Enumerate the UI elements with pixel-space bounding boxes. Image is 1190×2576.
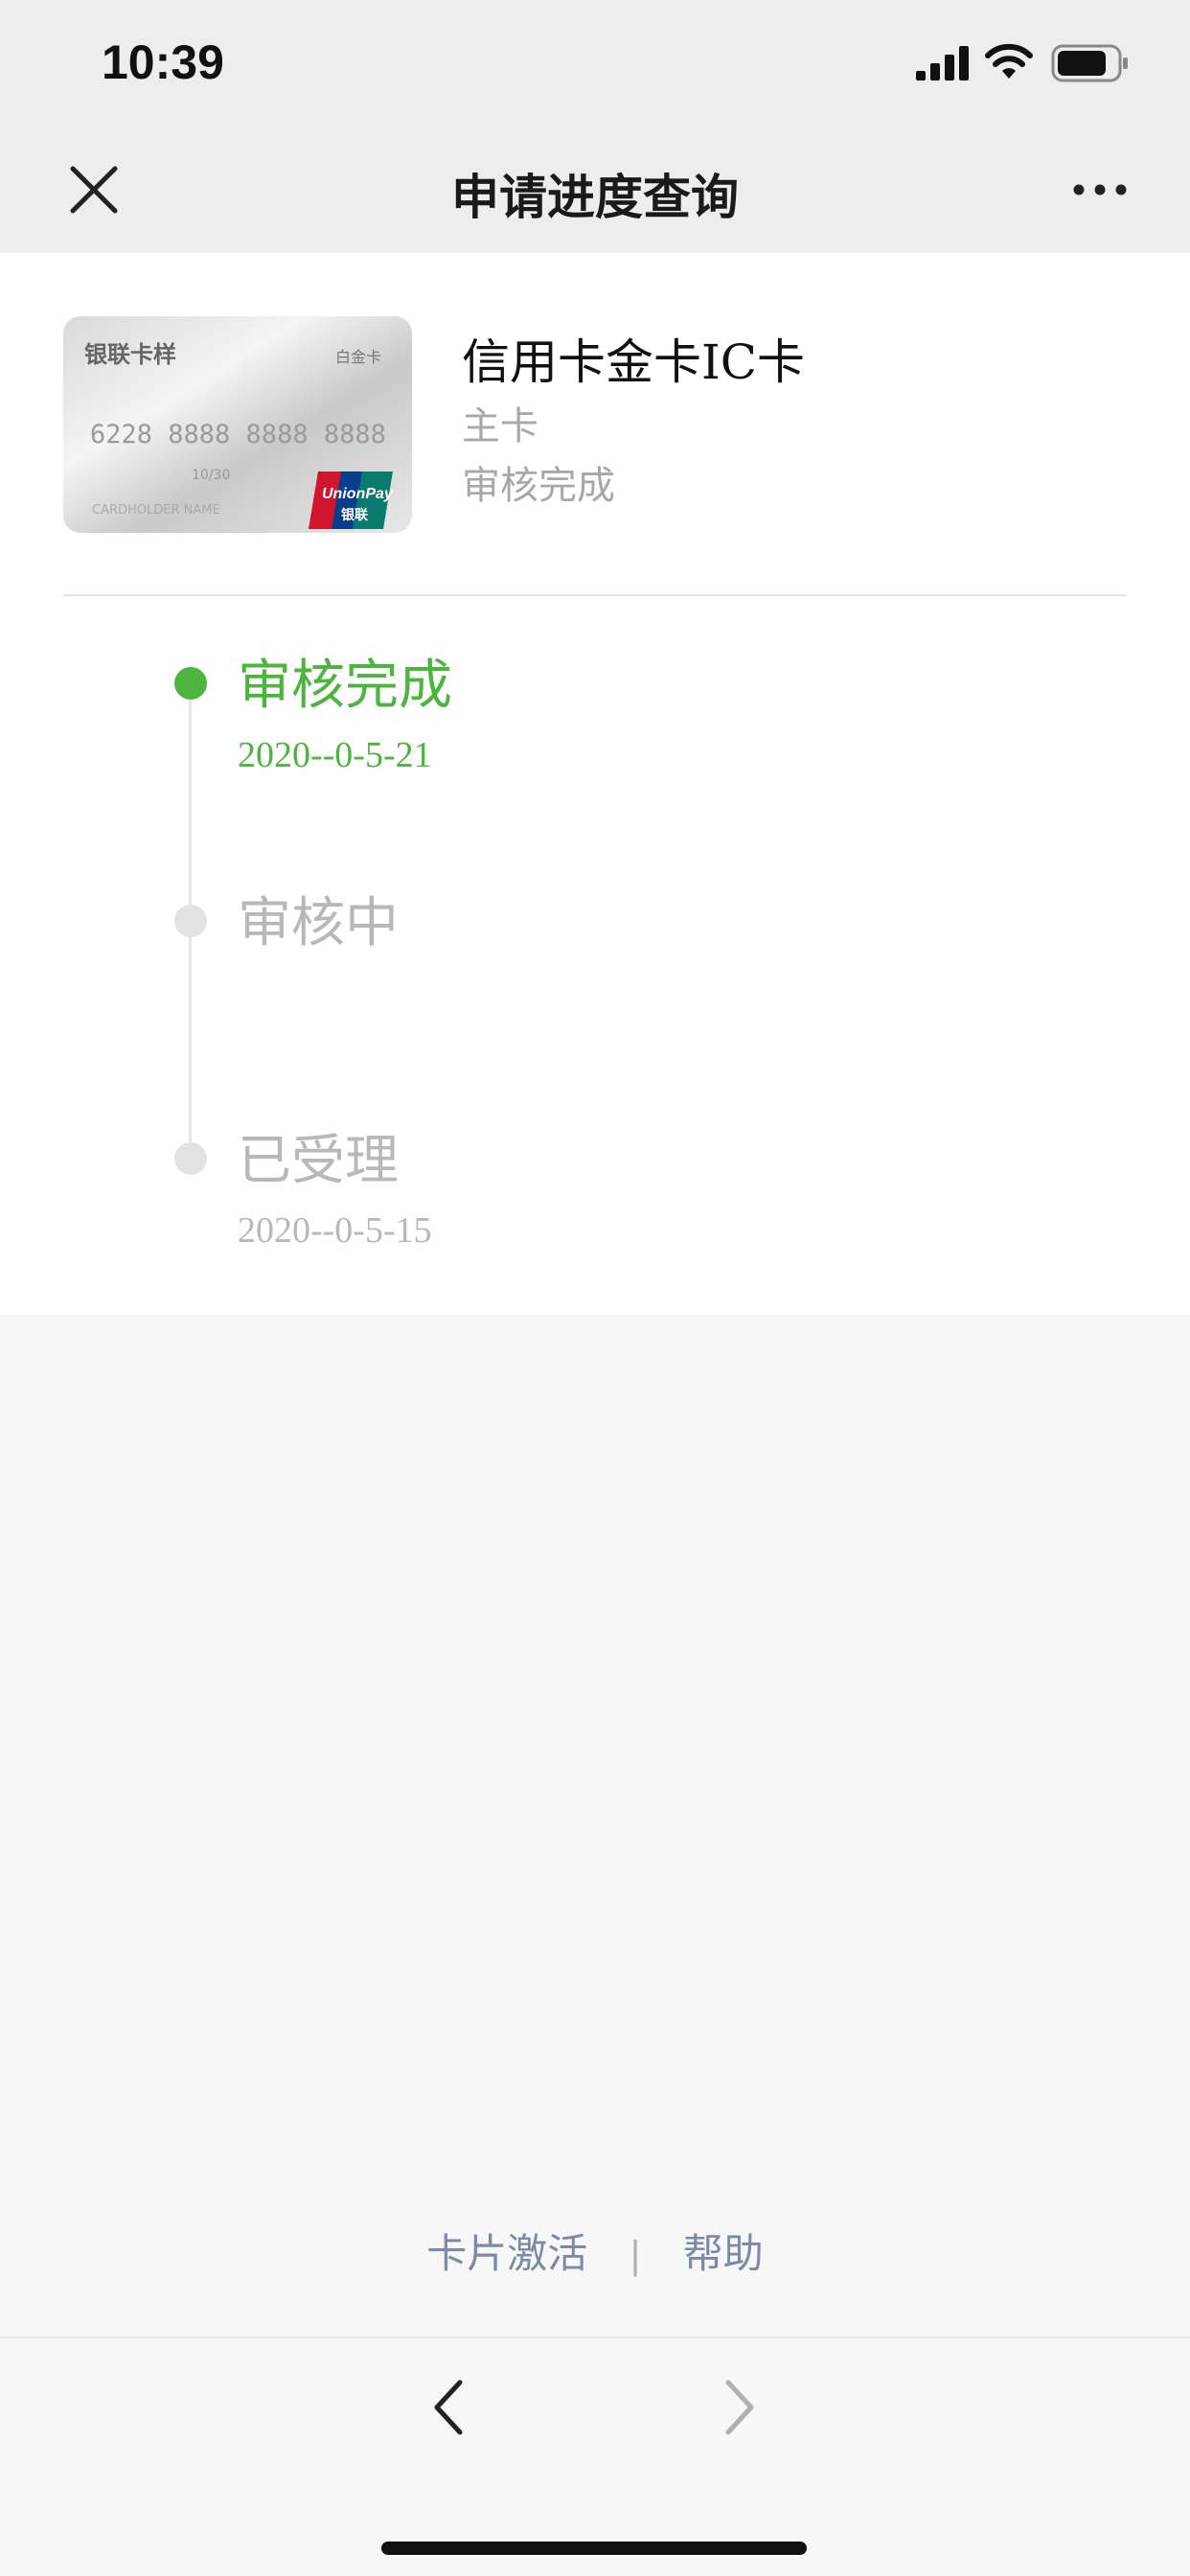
card-activation-link[interactable]: 卡片激活 — [426, 2221, 587, 2280]
back-icon[interactable] — [429, 2377, 468, 2438]
page-title: 申请进度查询 — [451, 170, 739, 225]
help-link[interactable]: 帮助 — [683, 2221, 764, 2280]
footer-separator: | — [629, 2234, 642, 2276]
home-indicator[interactable] — [381, 2542, 807, 2555]
card-name: 信用卡金卡IC卡 — [462, 334, 806, 390]
card-image: 银联卡样 白金卡 6228 8888 8888 8888 10/30 CARDH… — [63, 316, 412, 533]
card-type: 主卡 — [462, 404, 538, 448]
wifi-icon — [985, 43, 1033, 79]
card-status: 审核完成 — [462, 464, 615, 508]
timeline-step-title: 已受理 — [238, 1130, 399, 1192]
divider — [63, 594, 1127, 596]
signal-icon — [916, 46, 969, 80]
unionpay-logo-cn-text: 银联 — [341, 507, 369, 523]
unionpay-logo: UnionPay 银联 — [309, 472, 394, 529]
timeline-dot-reviewing — [174, 905, 207, 937]
footer-links: 卡片激活 | 帮助 — [0, 2221, 1190, 2280]
timeline-step-date: 2020--0-5-15 — [238, 1210, 432, 1251]
nav-bar: 申请进度查询 — [0, 126, 1190, 253]
timeline-step-title: 审核完成 — [238, 655, 452, 717]
card-number-text: 6228 8888 8888 8888 — [90, 420, 386, 449]
unionpay-logo-text: UnionPay — [322, 486, 394, 502]
timeline-step-date: 2020--0-5-21 — [238, 735, 432, 775]
card-valid-text: 10/30 — [192, 468, 230, 483]
card-holder-text: CARDHOLDER NAME — [92, 503, 220, 518]
more-icon[interactable] — [1071, 176, 1129, 203]
status-bar: 10:39 — [0, 0, 1190, 126]
battery-icon — [1051, 44, 1128, 82]
status-time: 10:39 — [102, 35, 224, 89]
card-brand-text: 银联卡样 — [84, 341, 176, 368]
browser-toolbar — [0, 2336, 1190, 2576]
timeline-dot-approved — [174, 667, 207, 700]
timeline-step-title: 审核中 — [238, 892, 399, 954]
forward-icon[interactable] — [721, 2377, 759, 2438]
card-tier-text: 白金卡 — [335, 348, 381, 366]
timeline-dot-accepted — [174, 1142, 207, 1175]
application-progress-panel: 银联卡样 白金卡 6228 8888 8888 8888 10/30 CARDH… — [0, 253, 1190, 1315]
